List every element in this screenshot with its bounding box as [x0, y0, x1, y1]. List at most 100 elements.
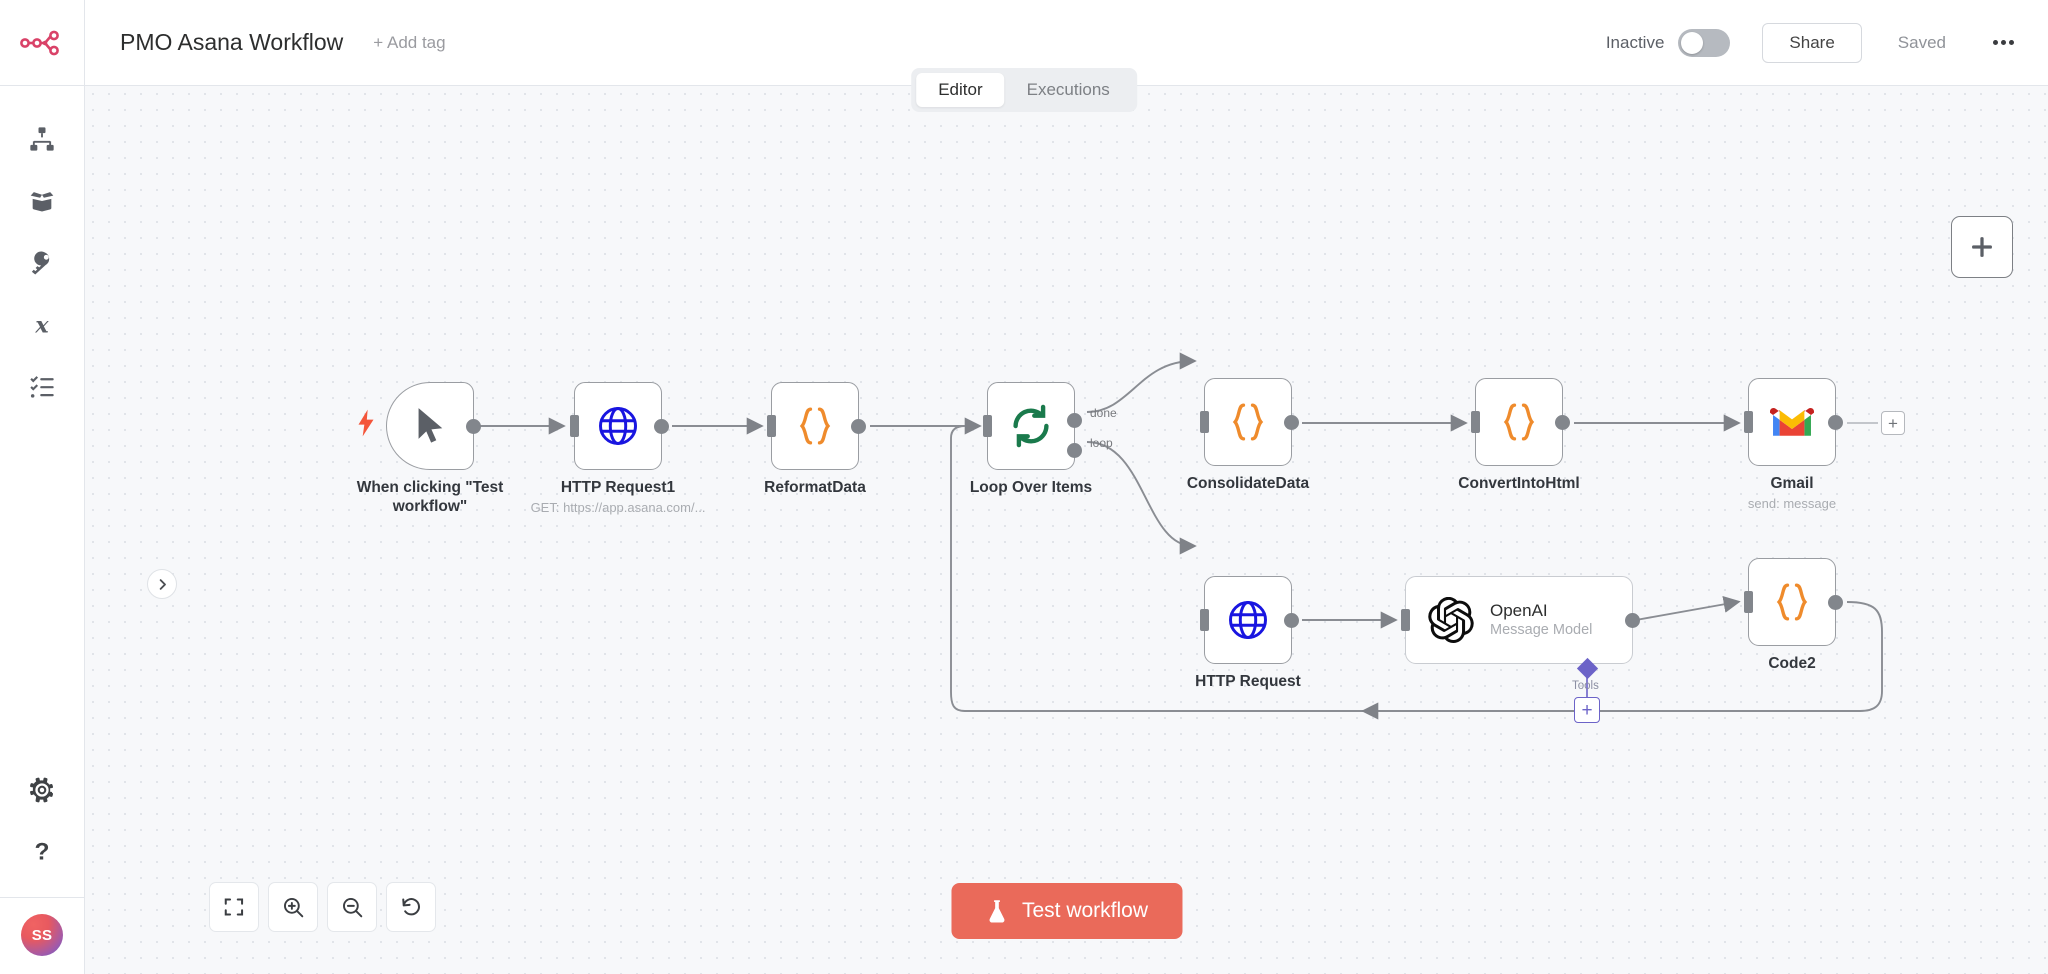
node-body-http-request1[interactable] [570, 382, 669, 470]
tab-executions[interactable]: Executions [1005, 73, 1132, 107]
gear-icon [30, 777, 53, 803]
add-node-button[interactable] [1951, 216, 2013, 278]
node-output-port[interactable] [1827, 414, 1843, 430]
node-body-code2[interactable] [1744, 558, 1843, 646]
node-label: When clicking "Test workflow" [356, 479, 504, 515]
activation-toggle[interactable] [1678, 28, 1731, 57]
avatar-container: SS [0, 897, 85, 956]
add-tool-button[interactable]: + [1574, 697, 1600, 723]
zoom-controls [209, 882, 436, 932]
node-body-consolidatedata[interactable] [1200, 378, 1299, 466]
magnifier-minus-icon [342, 897, 362, 917]
node-label: HTTP Request [1195, 673, 1301, 690]
sidebar-item-variables[interactable]: x [11, 294, 73, 356]
node-input-port[interactable] [1200, 411, 1209, 433]
node-body-http-request[interactable] [1200, 576, 1299, 664]
activation-status-label: Inactive [1605, 32, 1665, 52]
n8n-logo-icon [20, 30, 59, 55]
canvas-panel-expander[interactable] [147, 569, 177, 599]
checklist-icon [30, 376, 54, 398]
node-label: ConvertIntoHtml [1458, 475, 1580, 492]
globe-icon [599, 407, 637, 445]
node-loop-over-items: done loop Loop Over Items [970, 382, 1117, 496]
node-output-port[interactable] [1283, 612, 1299, 628]
node-gmail: Gmail send: message [1744, 378, 1843, 511]
node-http-request: HTTP Request [1195, 576, 1301, 690]
question-mark-icon: ? [35, 839, 50, 866]
variable-x-icon: x [34, 313, 49, 339]
zoom-out-button[interactable] [327, 882, 377, 932]
reset-zoom-button[interactable] [386, 882, 436, 932]
node-output-port-loop[interactable] [1066, 443, 1082, 458]
header-actions: Inactive Share Saved [1605, 22, 2048, 63]
node-output-port[interactable] [1554, 414, 1570, 430]
ellipsis-icon [1992, 40, 1998, 45]
connection-lines [474, 352, 1883, 720]
key-icon [31, 251, 50, 275]
sidebar-bottom: ? SS [0, 759, 85, 974]
node-output-port[interactable] [1283, 414, 1299, 430]
output-label-done: done [1090, 406, 1117, 420]
add-next-node-button[interactable]: + [1881, 411, 1905, 435]
node-body-trigger[interactable] [386, 382, 481, 470]
tools-connector-label: Tools [1572, 680, 1599, 692]
zoom-in-button[interactable] [268, 882, 318, 932]
node-body-openai[interactable]: OpenAI Message Model [1401, 576, 1640, 664]
node-input-port[interactable] [767, 415, 776, 437]
sidebar-item-templates[interactable] [11, 170, 73, 232]
share-button[interactable]: Share [1762, 22, 1862, 63]
editor-executions-tabs: Editor Executions [911, 68, 1137, 112]
node-output-port[interactable] [1827, 594, 1843, 610]
node-label: ReformatData [764, 479, 866, 496]
node-body-loop-over-items[interactable] [983, 382, 1082, 470]
sidebar-item-overview[interactable] [11, 108, 73, 170]
add-tag-button[interactable]: + Add tag [373, 33, 445, 53]
test-workflow-button[interactable]: Test workflow [950, 883, 1183, 939]
node-label: HTTP Request1 [560, 479, 676, 496]
sidebar-item-executions[interactable] [11, 356, 73, 418]
svg-text:?: ? [35, 839, 50, 866]
sidebar-item-credentials[interactable] [11, 232, 73, 294]
node-input-port[interactable] [983, 415, 992, 437]
avatar[interactable]: SS [21, 914, 63, 956]
workflow-canvas[interactable]: When clicking "Test workflow" HTTP Reque… [85, 86, 2048, 974]
node-output-port[interactable] [1624, 612, 1640, 628]
node-output-port[interactable] [465, 418, 481, 434]
node-input-port[interactable] [1200, 609, 1209, 631]
node-when-clicking-test-workflow: When clicking "Test workflow" [357, 382, 503, 515]
node-output-port[interactable] [653, 418, 669, 434]
ai-node-text: OpenAI Message Model [1490, 600, 1592, 640]
node-input-port[interactable] [1401, 609, 1410, 631]
code-braces-icon [1503, 403, 1535, 441]
zoom-to-fit-button[interactable] [209, 882, 259, 932]
flask-icon [989, 899, 1004, 923]
fit-screen-icon [224, 898, 244, 916]
sitemap-icon [30, 127, 54, 151]
node-label: Loop Over Items [969, 479, 1093, 496]
n8n-logo[interactable] [0, 0, 85, 86]
lightning-bolt-icon [358, 409, 374, 437]
node-convertintohtml: ConvertIntoHtml [1458, 378, 1580, 492]
left-sidebar: x ? SS [0, 0, 85, 974]
tab-editor[interactable]: Editor [916, 73, 1005, 107]
node-label: Gmail [1770, 475, 1814, 492]
node-input-port[interactable] [1744, 411, 1753, 433]
node-body-reformatdata[interactable] [767, 382, 866, 470]
node-output-port[interactable] [850, 418, 866, 434]
node-body-convertintohtml[interactable] [1471, 378, 1570, 466]
node-subtitle: GET: https://app.asana.com/... [530, 500, 706, 515]
mouse-pointer-icon [418, 408, 443, 443]
svg-text:x: x [34, 313, 49, 339]
magnifier-plus-icon [283, 897, 303, 917]
more-options-button[interactable] [1986, 28, 2020, 58]
node-output-port-done[interactable] [1066, 413, 1082, 428]
openai-icon [1428, 597, 1474, 643]
sidebar-item-help[interactable]: ? [11, 821, 73, 883]
code-braces-icon [1232, 403, 1264, 441]
node-body-gmail[interactable] [1744, 378, 1843, 466]
node-input-port[interactable] [1471, 411, 1480, 433]
node-input-port[interactable] [570, 415, 579, 437]
sidebar-item-settings[interactable] [11, 759, 73, 821]
node-input-port[interactable] [1744, 591, 1753, 613]
node-openai: OpenAI Message Model [1401, 576, 1640, 664]
